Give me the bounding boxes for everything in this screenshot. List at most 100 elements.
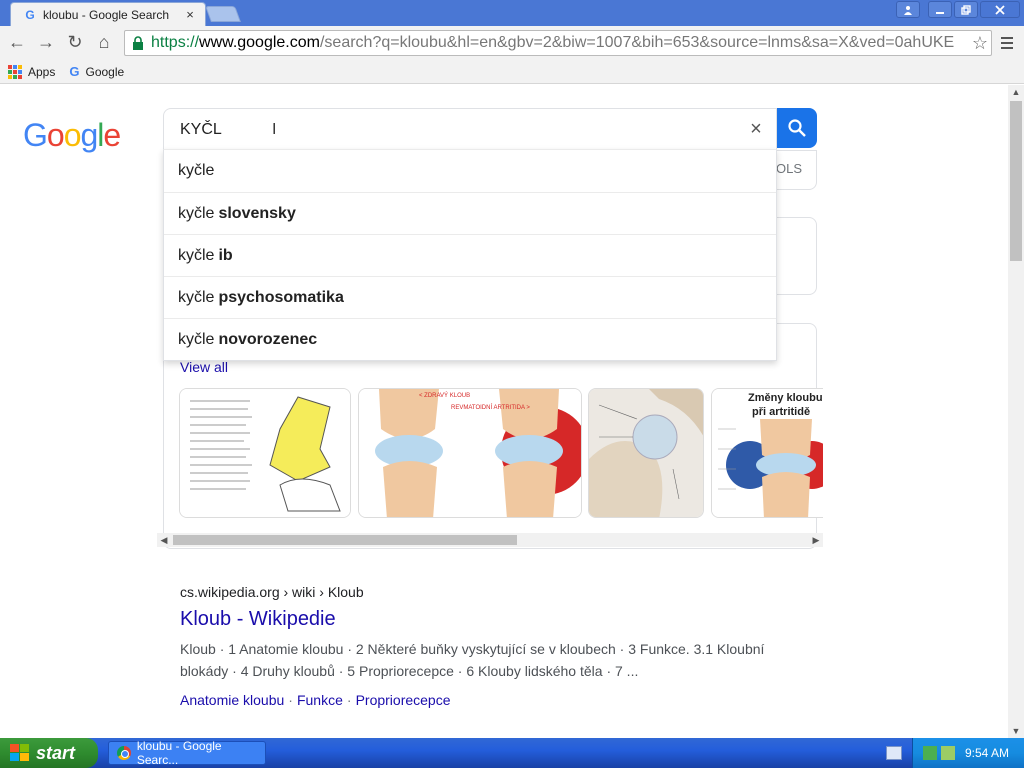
home-button[interactable]: ⌂	[93, 31, 115, 53]
apps-grid-icon	[8, 64, 22, 79]
search-icon	[788, 119, 806, 137]
horizontal-scrollbar[interactable]: ◀ ▶	[157, 533, 823, 547]
back-arrow-icon: ←	[8, 31, 26, 52]
bookmark-google[interactable]: G Google	[69, 64, 124, 79]
tray-icons	[923, 746, 955, 760]
sitelink-propriorecepce[interactable]: Propriorecepce	[356, 692, 451, 708]
image-label-arthritis: REVMATOIDNÍ ARTRITIDA >	[451, 404, 530, 411]
restore-icon	[961, 4, 971, 15]
suggestion-completion: slovensky	[218, 204, 296, 222]
title-bar: G kloubu - Google Search ×	[0, 0, 1024, 26]
network-icon[interactable]	[923, 746, 937, 760]
joint-changes-image: Změny kloubu při artritidě	[712, 389, 823, 517]
close-icon	[995, 4, 1005, 15]
close-window-button[interactable]	[980, 1, 1020, 18]
keyboard-icon[interactable]	[886, 746, 902, 760]
new-tab-button[interactable]	[205, 6, 241, 22]
knee-arthritis-image: < ZDRAVÝ KLOUB REVMATOIDNÍ ARTRITIDA >	[359, 389, 581, 517]
scroll-left-icon[interactable]: ◀	[157, 533, 171, 547]
start-label: start	[36, 742, 76, 763]
image-thumbnail[interactable]: Změny kloubu při artritidě	[711, 388, 823, 518]
minimize-icon	[936, 11, 944, 14]
clock[interactable]: 9:54 AM	[965, 746, 1009, 760]
scroll-up-icon[interactable]: ▲	[1008, 85, 1024, 99]
sitelink-anatomie[interactable]: Anatomie kloubu	[180, 692, 284, 708]
sitelink-funkce[interactable]: Funkce	[297, 692, 343, 708]
menu-bar-icon	[1001, 42, 1013, 44]
reload-button[interactable]: ↻	[64, 31, 86, 53]
result-breadcrumb: cs.wikipedia.org › wiki › Kloub	[180, 584, 364, 600]
bookmark-apps[interactable]: Apps	[8, 64, 56, 79]
suggestion-completion: ib	[218, 246, 233, 264]
suggestion-base: kyčle	[178, 288, 215, 306]
vertical-scrollbar[interactable]: ▲ ▼	[1008, 85, 1024, 738]
forward-arrow-icon: →	[37, 31, 55, 52]
forward-button[interactable]: →	[35, 31, 57, 53]
bookmark-apps-label: Apps	[28, 64, 56, 79]
taskbar-window-label: kloubu - Google Searc...	[136, 739, 222, 767]
suggestion-item[interactable]: kyčle slovensky	[164, 192, 776, 234]
user-profile-button[interactable]	[896, 1, 920, 18]
suggestion-item[interactable]: kyčle	[164, 150, 776, 192]
tools-label[interactable]: OLS	[776, 161, 802, 176]
bookmarks-bar: Apps G Google	[0, 60, 1024, 84]
hip-joint-image	[589, 389, 703, 517]
separator-dot: ·	[346, 692, 352, 708]
joint-diagram-image	[180, 389, 350, 517]
google-logo[interactable]: Google	[23, 117, 121, 154]
vertical-scroll-thumb[interactable]	[1010, 101, 1022, 261]
taskbar-chrome-window[interactable]: kloubu - Google Searc...	[108, 739, 266, 767]
tab-close-icon[interactable]: ×	[183, 7, 197, 22]
screen: G kloubu - Google Search × ← → ↻ ⌂ https…	[0, 0, 1024, 768]
snippet-line: Kloub · 1 Anatomie kloubu · 2 Některé bu…	[180, 641, 765, 657]
result-snippet: Kloub · 1 Anatomie kloubu · 2 Některé bu…	[180, 638, 800, 682]
lock-icon	[129, 34, 147, 52]
menu-bar-icon	[1001, 47, 1013, 49]
suggestion-completion: psychosomatika	[218, 288, 344, 306]
address-bar[interactable]: https://www.google.com/search?q=kloubu&h…	[124, 30, 992, 56]
horizontal-scroll-thumb[interactable]	[173, 535, 517, 545]
browser-tab[interactable]: G kloubu - Google Search ×	[10, 2, 206, 26]
result-sitelinks: Anatomie kloubu · Funkce · Propriorecepce	[180, 692, 451, 708]
url-host: www.google.com	[199, 34, 320, 51]
suggestion-item[interactable]: kyčle ib	[164, 234, 776, 276]
suggestion-base: kyčle	[178, 330, 215, 348]
image-thumbnail[interactable]	[179, 388, 351, 518]
url-text: https://www.google.com/search?q=kloubu&h…	[151, 34, 969, 52]
chrome-icon	[117, 746, 131, 760]
windows-flag-icon	[10, 744, 30, 762]
suggestion-item[interactable]: kyčle psychosomatika	[164, 276, 776, 318]
google-g-icon: G	[69, 64, 80, 79]
security-icon[interactable]	[941, 746, 955, 760]
image-thumbnail[interactable]	[588, 388, 704, 518]
tab-title: kloubu - Google Search	[43, 7, 170, 22]
chrome-menu-button[interactable]	[996, 32, 1018, 54]
result-title-link[interactable]: Kloub - Wikipedie	[180, 608, 336, 631]
system-tray: 9:54 AM	[912, 738, 1024, 768]
scroll-right-icon[interactable]: ▶	[809, 533, 823, 547]
restore-button[interactable]	[954, 1, 978, 18]
search-box[interactable]: KYČL I ×	[163, 108, 777, 150]
autocomplete-dropdown: kyčle kyčle slovensky kyčle ib kyčle psycho…	[163, 149, 777, 361]
snippet-line: blokády · 4 Druhy kloubů · 5 Propriorece…	[180, 663, 639, 679]
windows-taskbar: start kloubu - Google Searc... 9:54 AM	[0, 738, 1024, 768]
search-input[interactable]: KYČL	[180, 121, 736, 139]
bookmark-star-icon[interactable]: ☆	[969, 33, 991, 54]
view-all-images-link[interactable]: View all	[180, 359, 228, 375]
scroll-down-icon[interactable]: ▼	[1008, 724, 1024, 738]
clear-search-icon[interactable]: ×	[736, 118, 776, 141]
google-favicon-icon: G	[25, 7, 35, 22]
suggestion-completion: novorozenec	[218, 330, 318, 348]
back-button[interactable]: ←	[6, 31, 28, 53]
separator-dot: ·	[288, 692, 293, 708]
menu-bar-icon	[1001, 37, 1013, 39]
browser-toolbar: ← → ↻ ⌂ https://www.google.com/search?q=…	[0, 26, 1024, 60]
image-thumbnail[interactable]: < ZDRAVÝ KLOUB REVMATOIDNÍ ARTRITIDA >	[358, 388, 582, 518]
suggestion-item[interactable]: kyčle novorozenec	[164, 318, 776, 360]
start-button[interactable]: start	[0, 738, 98, 768]
search-button[interactable]	[777, 108, 817, 148]
web-page: Google OLS KYČL I × kyčle kyčle slovensky…	[0, 85, 1008, 738]
suggestion-base: kyčle	[178, 162, 215, 179]
url-scheme: https://	[151, 34, 200, 51]
minimize-button[interactable]	[928, 1, 952, 18]
